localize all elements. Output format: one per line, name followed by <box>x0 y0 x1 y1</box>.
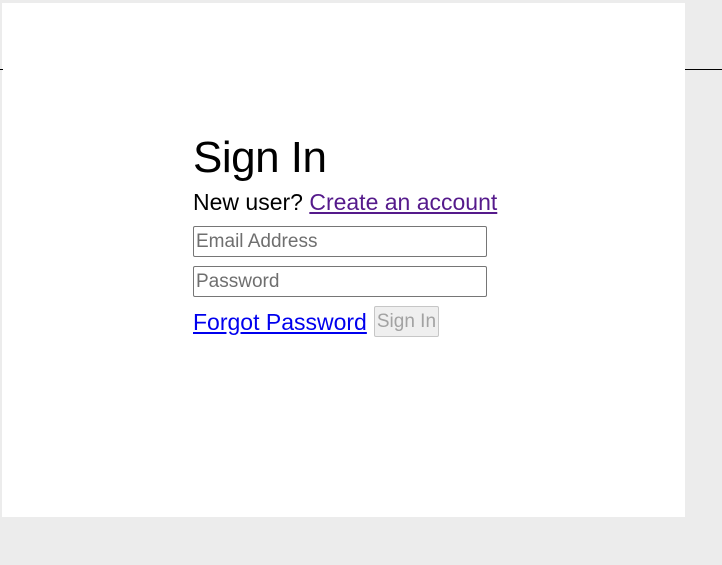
form-actions: Forgot Password Sign In <box>193 306 553 337</box>
divider-right <box>685 69 722 70</box>
page-title: Sign In <box>193 133 327 182</box>
create-account-link[interactable]: Create an account <box>309 189 497 215</box>
sign-in-button[interactable]: Sign In <box>373 306 440 337</box>
password-field[interactable] <box>193 266 487 297</box>
email-field[interactable] <box>193 226 487 257</box>
forgot-password-link[interactable]: Forgot Password <box>193 308 367 336</box>
divider-left <box>0 69 3 70</box>
new-user-text: New user? <box>193 189 303 215</box>
new-user-prompt: New user? Create an account <box>193 189 553 215</box>
sign-in-form: Sign In New user? Create an account Forg… <box>193 133 553 337</box>
